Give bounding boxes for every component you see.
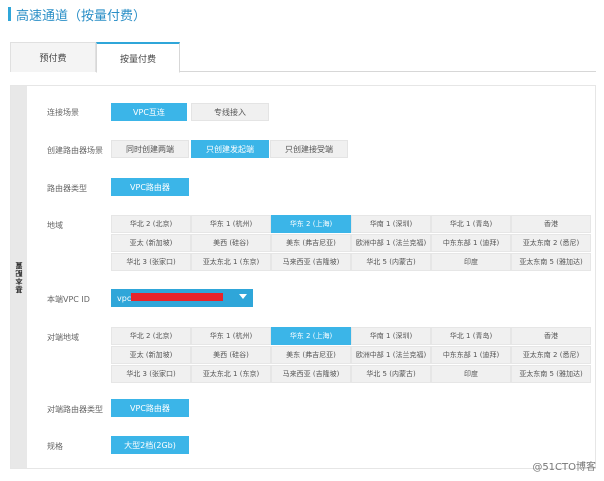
side-section-label: 基本配置 <box>15 261 23 293</box>
spec-option-large2[interactable]: 大型2档(2Gb) <box>111 436 189 454</box>
region-option[interactable]: 亚太 (新加坡) <box>111 234 191 252</box>
page-title: 高速通道（按量付费） <box>16 8 147 24</box>
region-option[interactable]: 欧洲中部 1 (法兰克福) <box>351 234 431 252</box>
scene-option-vpc[interactable]: VPC互连 <box>111 103 187 121</box>
region-option[interactable]: 华东 1 (杭州) <box>191 215 271 233</box>
title-accent-bar <box>8 7 11 21</box>
peer-region-option[interactable]: 香港 <box>511 327 591 345</box>
router-scene-option-acceptor[interactable]: 只创建接受端 <box>270 140 348 158</box>
peer-region-option[interactable]: 华北 1 (青岛) <box>431 327 511 345</box>
router-type-option-vpc[interactable]: VPC路由器 <box>111 178 189 196</box>
region-option[interactable]: 华北 3 (张家口) <box>111 253 191 271</box>
region-option[interactable]: 亚太东南 2 (悉尼) <box>511 234 591 252</box>
region-option[interactable]: 香港 <box>511 215 591 233</box>
peer-router-type-label: 对端路由器类型 <box>47 405 103 414</box>
peer-region-option[interactable]: 华北 2 (北京) <box>111 327 191 345</box>
tab-pay-as-you-go[interactable]: 按量付费 <box>96 42 180 73</box>
peer-region-option[interactable]: 华北 3 (张家口) <box>111 365 191 383</box>
region-option[interactable]: 美东 (弗吉尼亚) <box>271 234 351 252</box>
router-scene-option-both[interactable]: 同时创建两端 <box>111 140 189 158</box>
region-option[interactable]: 马来西亚 (吉隆坡) <box>271 253 351 271</box>
region-option[interactable]: 华北 1 (青岛) <box>431 215 511 233</box>
redaction-mark <box>131 293 223 301</box>
region-label: 地域 <box>47 221 63 230</box>
peer-region-option[interactable]: 华南 1 (深圳) <box>351 327 431 345</box>
tab-bar: 预付费 按量付费 <box>10 42 596 73</box>
region-option[interactable]: 华北 5 (内蒙古) <box>351 253 431 271</box>
peer-region-label: 对端地域 <box>47 333 79 342</box>
region-option[interactable]: 美西 (硅谷) <box>191 234 271 252</box>
region-grid: 华北 2 (北京) 华东 1 (杭州) 华东 2 (上海) 华南 1 (深圳) … <box>111 215 591 271</box>
scene-label: 连接场景 <box>47 108 79 117</box>
watermark: @51CTO博客 <box>532 462 596 473</box>
peer-region-option[interactable]: 亚太 (新加坡) <box>111 346 191 364</box>
scene-option-line[interactable]: 专线接入 <box>191 103 269 121</box>
local-vpc-select[interactable]: vpc- <box>111 289 253 307</box>
region-option-selected[interactable]: 华东 2 (上海) <box>271 215 351 233</box>
region-option[interactable]: 华南 1 (深圳) <box>351 215 431 233</box>
peer-region-option[interactable]: 欧洲中部 1 (法兰克福) <box>351 346 431 364</box>
peer-region-option[interactable]: 印度 <box>431 365 511 383</box>
router-scene-option-initiator[interactable]: 只创建发起端 <box>191 140 269 158</box>
spec-label: 规格 <box>47 442 63 451</box>
page-header: 高速通道（按量付费） <box>8 6 147 24</box>
peer-region-option[interactable]: 马来西亚 (吉隆坡) <box>271 365 351 383</box>
peer-region-option[interactable]: 亚太东南 5 (雅加达) <box>511 365 591 383</box>
peer-region-option[interactable]: 亚太东南 2 (悉尼) <box>511 346 591 364</box>
peer-region-option-selected[interactable]: 华东 2 (上海) <box>271 327 351 345</box>
side-section-bar: 基本配置 <box>11 86 27 468</box>
config-panel: 基本配置 连接场景 VPC互连 专线接入 创建路由器场景 同时创建两端 只创建发… <box>10 85 596 469</box>
peer-region-option[interactable]: 华东 1 (杭州) <box>191 327 271 345</box>
tab-prepaid[interactable]: 预付费 <box>10 42 96 72</box>
peer-region-option[interactable]: 中东东部 1 (迪拜) <box>431 346 511 364</box>
router-type-label: 路由器类型 <box>47 184 87 193</box>
region-option[interactable]: 中东东部 1 (迪拜) <box>431 234 511 252</box>
region-option[interactable]: 亚太东南 5 (雅加达) <box>511 253 591 271</box>
peer-region-option[interactable]: 美东 (弗吉尼亚) <box>271 346 351 364</box>
region-option[interactable]: 亚太东北 1 (东京) <box>191 253 271 271</box>
local-vpc-label: 本端VPC ID <box>47 295 90 304</box>
peer-region-grid: 华北 2 (北京) 华东 1 (杭州) 华东 2 (上海) 华南 1 (深圳) … <box>111 327 591 383</box>
region-option[interactable]: 印度 <box>431 253 511 271</box>
peer-router-type-option-vpc[interactable]: VPC路由器 <box>111 399 189 417</box>
peer-region-option[interactable]: 亚太东北 1 (东京) <box>191 365 271 383</box>
router-scene-label: 创建路由器场景 <box>47 146 103 155</box>
peer-region-option[interactable]: 华北 5 (内蒙古) <box>351 365 431 383</box>
region-option[interactable]: 华北 2 (北京) <box>111 215 191 233</box>
chevron-down-icon <box>239 294 247 299</box>
peer-region-option[interactable]: 美西 (硅谷) <box>191 346 271 364</box>
